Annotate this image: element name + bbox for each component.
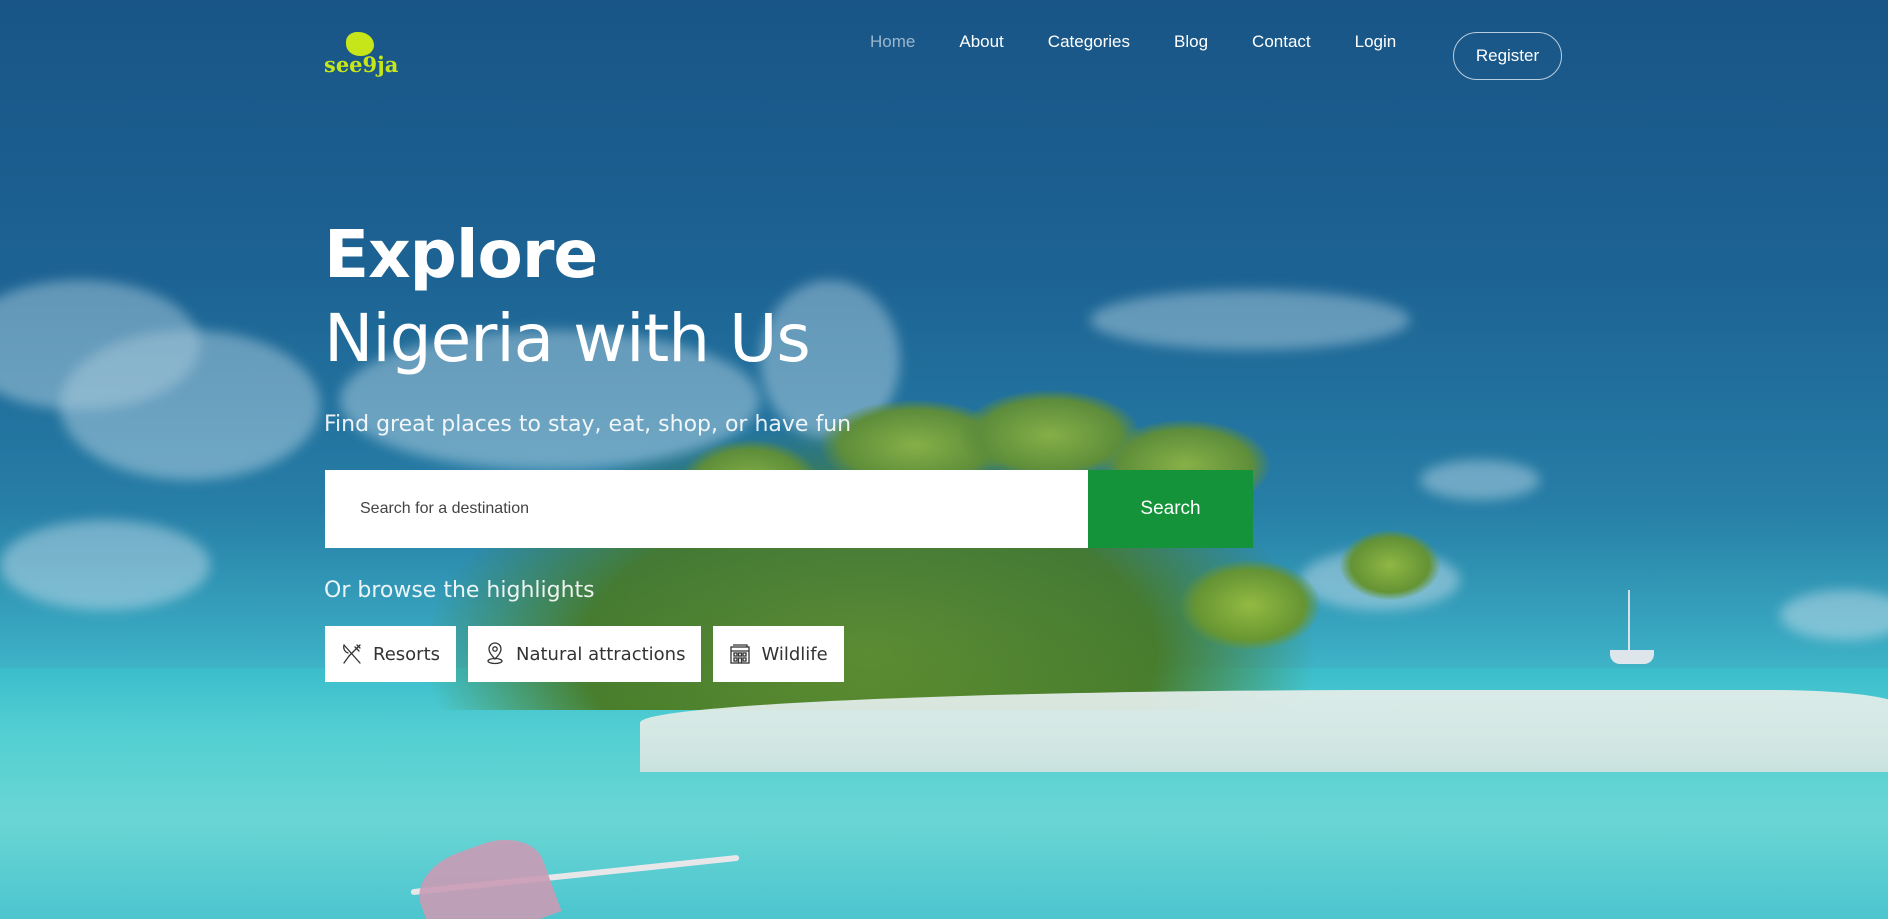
nav-item-blog[interactable]: Blog (1174, 32, 1208, 52)
browse-highlights-label: Or browse the highlights (324, 578, 595, 603)
building-icon (727, 641, 753, 667)
logo-text: see9ja (324, 52, 399, 77)
main-menu: Home About Categories Blog Contact Login (870, 32, 1418, 52)
register-button[interactable]: Register (1453, 32, 1562, 80)
category-chip-resorts[interactable]: Resorts (325, 626, 456, 682)
category-label: Resorts (373, 643, 440, 665)
hero-section: see9ja Home About Categories Blog Contac… (0, 0, 1888, 919)
search-button[interactable]: Search (1088, 470, 1253, 548)
nav-item-about[interactable]: About (959, 32, 1003, 52)
hero-subtitle: Find great places to stay, eat, shop, or… (324, 412, 852, 437)
category-label: Natural attractions (516, 643, 686, 665)
background-scenery (0, 0, 1888, 919)
destination-search-form: Search (325, 470, 1253, 548)
destination-search-input[interactable] (325, 470, 1088, 548)
site-header: see9ja Home About Categories Blog Contac… (0, 0, 1888, 110)
category-chip-natural-attractions[interactable]: Natural attractions (468, 626, 702, 682)
brand-logo[interactable]: see9ja (324, 32, 400, 82)
nav-item-categories[interactable]: Categories (1048, 32, 1130, 52)
highlight-categories: Resorts Natural attractions Wildlife (325, 626, 856, 682)
nav-item-contact[interactable]: Contact (1252, 32, 1311, 52)
hero-title-secondary: Nigeria with Us (324, 300, 811, 377)
category-chip-wildlife[interactable]: Wildlife (713, 626, 844, 682)
nav-item-home[interactable]: Home (870, 32, 915, 52)
category-label: Wildlife (761, 643, 828, 665)
nav-item-login[interactable]: Login (1355, 32, 1397, 52)
utensils-icon (339, 641, 365, 667)
hero-title-primary: Explore (324, 216, 598, 293)
map-pin-icon (482, 641, 508, 667)
